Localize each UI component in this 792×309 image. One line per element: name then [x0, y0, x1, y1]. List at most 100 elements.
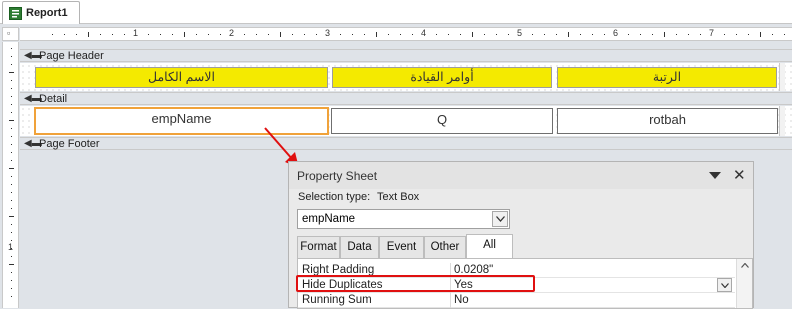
- ruler-tick: [376, 32, 377, 37]
- detail-label: Detail: [39, 93, 68, 105]
- ruler-dot: [11, 112, 12, 113]
- ruler-tick: [184, 32, 185, 37]
- tab-other[interactable]: Other: [424, 236, 466, 258]
- report-tab[interactable]: Report1: [2, 1, 80, 24]
- page-footer-label: Page Footer: [39, 138, 100, 150]
- page-header-band[interactable]: الاسم الكامل أوامر القيادة الرتبة: [20, 63, 792, 91]
- ruler-dot: [592, 34, 593, 35]
- ruler-number: 5: [517, 28, 523, 38]
- property-sheet-title: Property Sheet: [297, 169, 378, 183]
- scroll-up-icon[interactable]: [741, 263, 749, 268]
- page-header-section-bar[interactable]: ◀▬ Page Header: [20, 49, 792, 62]
- ruler-dot: [124, 34, 125, 35]
- page-footer-section-bar[interactable]: ◀▬ Page Footer: [20, 137, 792, 150]
- property-value: No: [454, 294, 469, 306]
- detail-band[interactable]: empName Q rotbah: [20, 106, 792, 136]
- ruler-dot: [11, 256, 12, 257]
- ruler-dot: [700, 34, 701, 35]
- property-grid-scrollbar[interactable]: [736, 259, 752, 308]
- ruler-tick: [472, 32, 473, 37]
- ruler-dot: [11, 160, 12, 161]
- ruler-dot: [11, 152, 12, 153]
- band-right-edge: [779, 106, 785, 136]
- ruler-dot: [196, 34, 197, 35]
- property-dropdown-button[interactable]: [717, 278, 732, 292]
- ruler-dot: [11, 136, 12, 137]
- ruler-dot: [436, 34, 437, 35]
- ruler-dot: [11, 184, 12, 185]
- ruler-dot: [316, 34, 317, 35]
- horizontal-ruler[interactable]: 1 2 3 4 5 6 7: [20, 27, 792, 41]
- ruler-dot: [784, 34, 785, 35]
- ruler-number: 4: [421, 28, 427, 38]
- tab-data[interactable]: Data: [340, 236, 379, 258]
- vertical-ruler[interactable]: 1: [2, 42, 19, 308]
- chevron-down-icon: [496, 216, 505, 222]
- report-icon: [9, 7, 22, 20]
- ruler-dot: [556, 34, 557, 35]
- ruler-number: 3: [325, 28, 331, 38]
- collapse-arrow-icon[interactable]: [709, 172, 721, 179]
- document-tab-strip: [0, 0, 792, 24]
- ruler-dot: [11, 104, 12, 105]
- ruler-tick: [760, 32, 761, 37]
- property-sheet-titlebar: Property Sheet ✕: [289, 162, 753, 189]
- control-selector-dropdown[interactable]: empName: [297, 209, 510, 229]
- dropdown-button[interactable]: [492, 211, 508, 227]
- ruler-dot: [11, 288, 12, 289]
- ruler-dot: [11, 296, 12, 297]
- ruler-dot: [11, 88, 12, 89]
- ruler-dot: [292, 34, 293, 35]
- textbox-rotbah[interactable]: rotbah: [557, 108, 778, 134]
- ruler-tick: [9, 72, 14, 73]
- close-icon[interactable]: ✕: [733, 166, 746, 184]
- selection-type-value: Text Box: [377, 191, 420, 203]
- detail-section-bar[interactable]: ◀▬ Detail: [20, 92, 792, 105]
- chevron-down-icon: [721, 283, 729, 288]
- ruler-tick: [9, 216, 14, 217]
- ruler-corner-box[interactable]: ▫: [2, 27, 19, 41]
- textbox-q[interactable]: Q: [331, 108, 553, 134]
- ruler-dot: [220, 34, 221, 35]
- ruler-dot: [208, 34, 209, 35]
- ruler-dot: [52, 34, 53, 35]
- tab-all[interactable]: All: [466, 234, 513, 259]
- ruler-dot: [640, 34, 641, 35]
- ruler-tick: [280, 32, 281, 37]
- ruler-dot: [11, 176, 12, 177]
- ruler-tick: [9, 120, 14, 121]
- ruler-number: 2: [229, 28, 235, 38]
- ruler-dot: [448, 34, 449, 35]
- report-tab-label: Report1: [26, 7, 68, 19]
- ruler-dot: [11, 272, 12, 273]
- property-row-running-sum[interactable]: Running Sum No: [298, 293, 735, 308]
- tab-event[interactable]: Event: [379, 236, 424, 258]
- ruler-dot: [388, 34, 389, 35]
- selection-type-label: Selection type:: [298, 191, 371, 203]
- ruler-dot: [304, 34, 305, 35]
- ruler-dot: [484, 34, 485, 35]
- header-label-full-name[interactable]: الاسم الكامل: [35, 67, 328, 88]
- ruler-tick: [9, 264, 14, 265]
- ruler-number: 7: [709, 28, 715, 38]
- ruler-dot: [11, 64, 12, 65]
- ruler-tick: [9, 168, 14, 169]
- ruler-dot: [412, 34, 413, 35]
- column-divider: [450, 293, 451, 308]
- page-header-label: Page Header: [39, 50, 104, 62]
- ruler-dot: [580, 34, 581, 35]
- ruler-dot: [11, 208, 12, 209]
- ruler-tick: [664, 32, 665, 37]
- ruler-dot: [11, 128, 12, 129]
- ruler-dot: [11, 192, 12, 193]
- tab-format[interactable]: Format: [297, 236, 340, 258]
- ruler-dot: [256, 34, 257, 35]
- header-label-rank[interactable]: الرتبة: [557, 67, 777, 88]
- ruler-corner-icon: ▫: [7, 28, 11, 38]
- band-right-edge: [779, 63, 785, 91]
- ruler-dot: [11, 96, 12, 97]
- ruler-dot: [11, 200, 12, 201]
- header-label-commands[interactable]: أوامر القيادة: [332, 67, 552, 88]
- ruler-dot: [772, 34, 773, 35]
- ruler-number: 6: [613, 28, 619, 38]
